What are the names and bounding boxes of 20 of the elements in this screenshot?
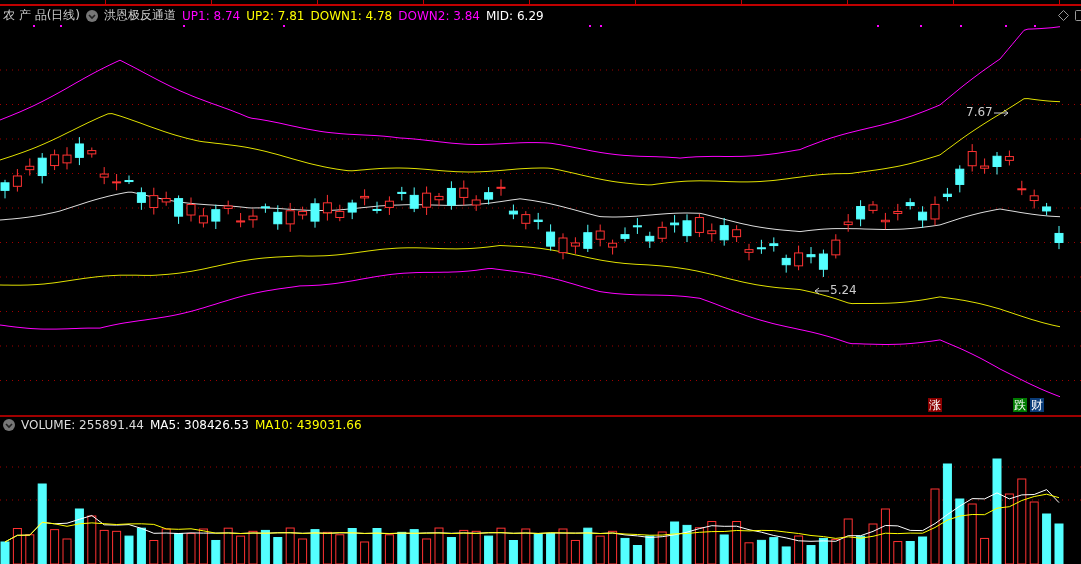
symbol-title: 农 产 品(日线) — [3, 7, 80, 24]
signal-badge: 财 — [1030, 398, 1044, 412]
indicator-value: MID: 6.29 — [485, 8, 544, 23]
chevron-down-icon[interactable] — [3, 419, 15, 431]
indicator-value: DOWN2: 3.84 — [398, 8, 480, 23]
diamond-icon[interactable] — [1058, 10, 1069, 21]
moving-average-value: MA5: 308426.53 — [150, 418, 249, 432]
volume-title: VOLUME: 255891.44 — [21, 418, 144, 432]
signal-badge: 跌 — [1013, 398, 1027, 412]
signal-badge: 涨 — [928, 398, 942, 412]
chevron-down-icon[interactable] — [86, 9, 98, 22]
moving-average-value: MA10: 439031.66 — [254, 418, 362, 432]
indicator-value: UP1: 8.74 — [182, 8, 241, 23]
pointer-arrow — [994, 108, 1009, 118]
price-label: 7.67 — [966, 105, 993, 119]
indicator-value: UP2: 7.81 — [246, 8, 305, 23]
pointer-arrow — [815, 286, 830, 296]
indicator-value: DOWN1: 4.78 — [310, 8, 393, 23]
indicator-name: 洪恩极反通道 — [104, 7, 176, 24]
price-label: 5.24 — [830, 283, 857, 297]
